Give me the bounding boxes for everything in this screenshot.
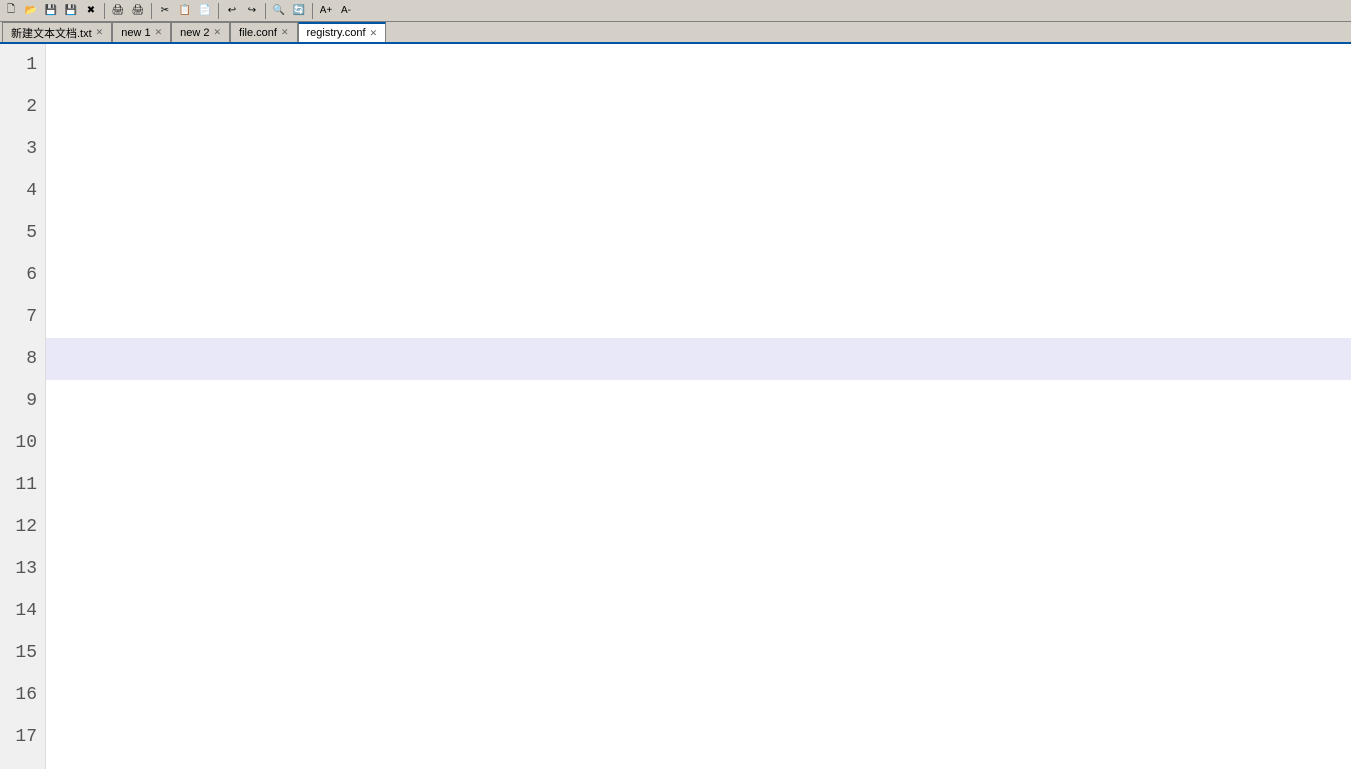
code-line-6: serverAddr = "localhost:8848" (46, 254, 1351, 296)
tab-label: new 2 (180, 27, 209, 39)
code-line-4 (46, 170, 1351, 212)
line-num-13: 13 (0, 548, 37, 590)
tab-close-icon[interactable]: ✕ (281, 27, 289, 38)
undo-button[interactable]: ↩ (223, 2, 241, 20)
code-line-9: } (46, 380, 1351, 422)
line-num-11: 11 (0, 464, 37, 506)
line-num-6: 6 (0, 254, 37, 296)
line-num-7: 7 (0, 296, 37, 338)
toolbar: 🗋 📂 💾 💾 ✖ 🖨 🖨 ✂ 📋 📄 ↩ ↪ 🔍 🔄 A+ A- (0, 0, 1351, 22)
separator-2 (151, 3, 152, 19)
line-num-2: 2 (0, 86, 37, 128)
code-line-15: redis { (46, 632, 1351, 674)
code-line-12: application = "default" (46, 506, 1351, 548)
separator-4 (265, 3, 266, 19)
tab-file-conf[interactable]: file.conf ✕ (230, 22, 297, 42)
line-num-5: 5 (0, 212, 37, 254)
line-num-10: 10 (0, 422, 37, 464)
print2-button[interactable]: 🖨 (129, 2, 147, 20)
separator-3 (218, 3, 219, 19)
tab-close-icon[interactable]: ✕ (213, 27, 221, 38)
save-button[interactable]: 💾 (42, 2, 60, 20)
tab-close-icon[interactable]: ✕ (96, 27, 104, 38)
code-line-13: weight = "1" (46, 548, 1351, 590)
cut-button[interactable]: ✂ (156, 2, 174, 20)
code-line-3: type = "nacos" (46, 128, 1351, 170)
separator-1 (104, 3, 105, 19)
code-area[interactable]: registry { # file 、nacos 、eureka、redis、z… (46, 44, 1351, 769)
tabbar: 新建文本文档.txt ✕ new 1 ✕ new 2 ✕ file.conf ✕… (0, 22, 1351, 44)
tab-close-icon[interactable]: ✕ (370, 28, 378, 39)
line-num-17: 17 (0, 716, 37, 758)
replace-button[interactable]: 🔄 (290, 2, 308, 20)
tab-new-text[interactable]: 新建文本文档.txt ✕ (2, 22, 112, 42)
save-all-button[interactable]: 💾 (62, 2, 80, 20)
tab-new2[interactable]: new 2 ✕ (171, 22, 230, 42)
code-line-14: } (46, 590, 1351, 632)
new-button[interactable]: 🗋 (2, 2, 20, 20)
code-line-16: serverAddr = "localhost:6379" (46, 674, 1351, 716)
line-num-8: 8 (0, 338, 37, 380)
search-button[interactable]: 🔍 (270, 2, 288, 20)
separator-5 (312, 3, 313, 19)
line-num-9: 9 (0, 380, 37, 422)
tab-registry-conf[interactable]: registry.conf ✕ (298, 22, 387, 42)
tab-label: new 1 (121, 27, 150, 39)
line-num-4: 4 (0, 170, 37, 212)
code-line-5: nacos { (46, 212, 1351, 254)
line-num-3: 3 (0, 128, 37, 170)
zoom-out-button[interactable]: A- (337, 2, 355, 20)
tab-label: 新建文本文档.txt (11, 25, 92, 41)
line-num-1: 1 (0, 44, 37, 86)
code-line-10: eureka { (46, 422, 1351, 464)
code-line-1: registry { (46, 44, 1351, 86)
line-num-14: 14 (0, 590, 37, 632)
line-numbers: 1 2 3 4 5 6 7 8 9 10 11 12 13 14 15 16 1… (0, 44, 46, 769)
code-line-8: cluster = "default" (46, 338, 1351, 380)
copy-button[interactable]: 📋 (176, 2, 194, 20)
zoom-in-button[interactable]: A+ (317, 2, 335, 20)
tab-label: registry.conf (307, 27, 366, 39)
code-line-7: namespace = "" (46, 296, 1351, 338)
print-button[interactable]: 🖨 (109, 2, 127, 20)
tab-close-icon[interactable]: ✕ (155, 27, 163, 38)
code-line-11: serviceUrl = "http://localhost:8761/eure… (46, 464, 1351, 506)
redo-button[interactable]: ↪ (243, 2, 261, 20)
line-num-16: 16 (0, 674, 37, 716)
tab-new1[interactable]: new 1 ✕ (112, 22, 171, 42)
tab-label: file.conf (239, 27, 277, 39)
paste-button[interactable]: 📄 (196, 2, 214, 20)
line-num-15: 15 (0, 632, 37, 674)
open-button[interactable]: 📂 (22, 2, 40, 20)
close-button[interactable]: ✖ (82, 2, 100, 20)
editor: 1 2 3 4 5 6 7 8 9 10 11 12 13 14 15 16 1… (0, 44, 1351, 769)
code-line-17: db = "0" (46, 716, 1351, 758)
code-line-2: # file 、nacos 、eureka、redis、zk、consul、et… (46, 86, 1351, 128)
line-num-12: 12 (0, 506, 37, 548)
